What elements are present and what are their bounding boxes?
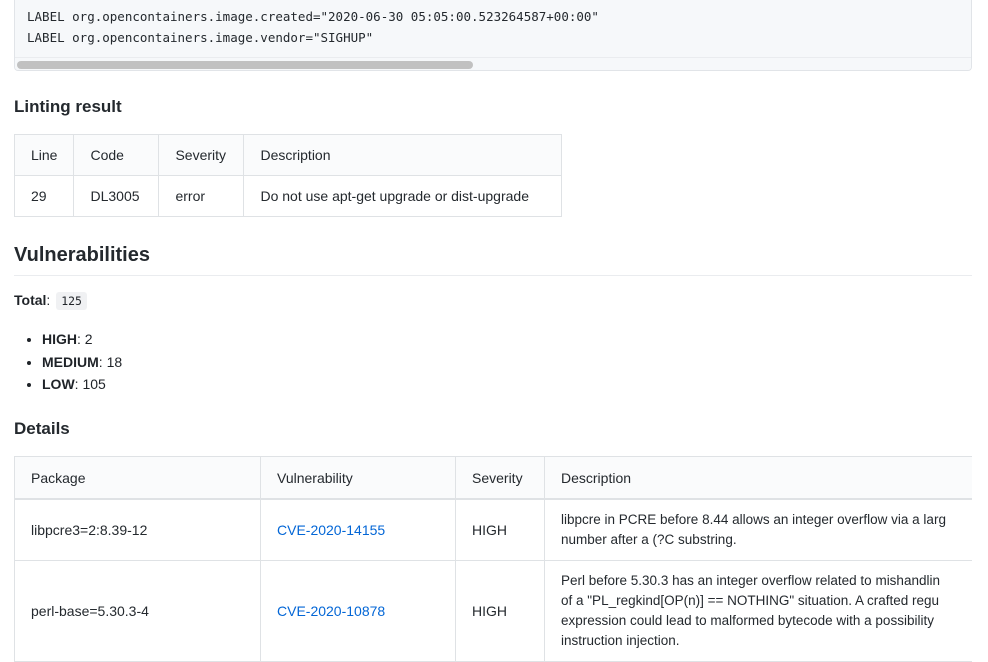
- cell-severity: HIGH: [455, 498, 545, 561]
- total-count: Total: 125: [14, 292, 87, 310]
- cell-package: libpcre3=2:8.39-12: [14, 498, 261, 561]
- scrollbar-thumb[interactable]: [17, 61, 473, 69]
- linting-heading: Linting result: [14, 97, 122, 116]
- dockerfile-code-block: LABEL org.opencontainers.image.created="…: [14, 0, 972, 71]
- linting-table: Line Code Severity Description 29 DL3005…: [13, 134, 563, 217]
- severity-level: LOW: [42, 376, 75, 392]
- severity-count: 2: [84, 331, 93, 347]
- description-line: instruction injection.: [561, 632, 680, 648]
- code-line: LABEL org.opencontainers.image.vendor="S…: [27, 30, 374, 45]
- col-header-line: Line: [13, 134, 75, 176]
- col-header-description: Description: [243, 134, 563, 176]
- severity-count: 105: [82, 376, 106, 392]
- severity-level: HIGH: [42, 331, 77, 347]
- vulnerabilities-heading: Vulnerabilities: [14, 244, 972, 276]
- list-item: LOW: 105: [42, 373, 122, 396]
- col-header-vulnerability: Vulnerability: [260, 456, 456, 500]
- table-header-row: Package Vulnerability Severity Descripti…: [14, 456, 988, 500]
- list-item: HIGH: 2: [42, 328, 122, 351]
- cve-link[interactable]: CVE-2020-14155: [277, 522, 385, 538]
- cell-vulnerability: CVE-2020-10878: [260, 559, 456, 662]
- cell-description: Do not use apt-get upgrade or dist-upgra…: [243, 175, 563, 217]
- description-line: expression could lead to malformed bytec…: [561, 612, 934, 628]
- code-line: LABEL org.opencontainers.image.created="…: [27, 9, 599, 24]
- col-header-severity: Severity: [455, 456, 545, 500]
- cell-description: Perl before 5.30.3 has an integer overfl…: [544, 559, 988, 662]
- col-header-description: Description: [544, 456, 988, 500]
- col-header-package: Package: [14, 456, 261, 500]
- description-line: libpcre in PCRE before 8.44 allows an in…: [561, 511, 946, 527]
- cell-severity: error: [158, 175, 245, 217]
- severity-level: MEDIUM: [42, 353, 99, 370]
- total-label: Total: [14, 292, 47, 308]
- table-row: 29 DL3005 error Do not use apt-get upgra…: [13, 175, 563, 217]
- cell-vulnerability: CVE-2020-14155: [260, 498, 456, 561]
- severity-counts-list: HIGH: 2 MEDIUM: 18 LOW: 105: [14, 328, 122, 396]
- list-item: MEDIUM: 18: [42, 351, 122, 374]
- col-header-code: Code: [73, 134, 160, 176]
- total-value: 125: [56, 292, 87, 310]
- cell-severity: HIGH: [455, 559, 545, 662]
- cell-package: perl-base=5.30.3-4: [14, 559, 261, 662]
- content-clip-edge: [972, 450, 988, 662]
- col-header-severity: Severity: [158, 134, 245, 176]
- horizontal-scrollbar[interactable]: [15, 57, 971, 70]
- description-line: of a "PL_regkind[OP(n)] == NOTHING" situ…: [561, 592, 940, 608]
- table-header-row: Line Code Severity Description: [13, 134, 563, 176]
- cell-line: 29: [13, 175, 75, 217]
- cell-description: libpcre in PCRE before 8.44 allows an in…: [544, 498, 988, 561]
- cve-link[interactable]: CVE-2020-10878: [277, 603, 385, 619]
- severity-count: 18: [106, 353, 123, 370]
- table-row: perl-base=5.30.3-4 CVE-2020-10878 HIGH P…: [14, 559, 988, 662]
- description-line: number after a (?C substring.: [561, 531, 737, 547]
- cell-code: DL3005: [73, 175, 160, 217]
- table-row: libpcre3=2:8.39-12 CVE-2020-14155 HIGH l…: [14, 498, 988, 561]
- description-line: Perl before 5.30.3 has an integer overfl…: [561, 572, 940, 588]
- details-heading: Details: [14, 419, 70, 438]
- details-table: Package Vulnerability Severity Descripti…: [14, 456, 988, 662]
